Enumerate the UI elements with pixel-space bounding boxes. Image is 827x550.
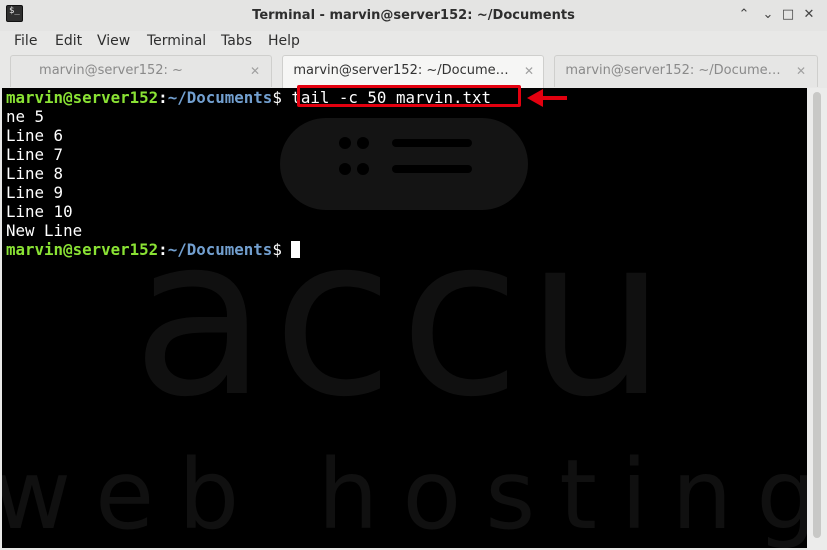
tab-home-label: marvin@server152: ~ [39, 63, 183, 78]
menu-tabs[interactable]: Tabs [221, 31, 252, 53]
tab-documents-active-label: marvin@server152: ~/Docume… [293, 63, 509, 78]
prompt-path: ~/Documents [167, 240, 273, 259]
output-line: Line 6 [6, 126, 64, 145]
output-line: Line 8 [6, 164, 64, 183]
prompt-dollar: $ [272, 240, 282, 259]
vertical-scrollbar[interactable] [807, 88, 827, 550]
title-bar[interactable]: $_ Terminal - marvin@server152: ~/Docume… [0, 0, 827, 32]
watermark-tagline: web hosting [2, 439, 807, 548]
output-line: Line 9 [6, 183, 64, 202]
terminal-output-area[interactable]: accu web hosting marvin@server152:~/Docu… [2, 88, 807, 548]
tab-documents-label: marvin@server152: ~/Docume… [565, 63, 781, 78]
tab-home[interactable]: marvin@server152: ~ ✕ [10, 55, 272, 87]
command-highlight-box [297, 85, 521, 107]
output-line: Line 10 [6, 202, 73, 221]
maximize-icon[interactable]: □ [779, 6, 797, 24]
tab-documents-close-icon[interactable]: ✕ [794, 56, 808, 86]
prompt-user: marvin@server152 [6, 88, 159, 107]
output-line: New Line [6, 221, 83, 240]
scrollbar-thumb[interactable] [813, 92, 821, 538]
shade-icon[interactable]: ⌄ [759, 6, 777, 24]
prompt-dollar: $ [272, 88, 282, 107]
tab-documents-active-close-icon[interactable]: ✕ [522, 56, 536, 86]
menu-view[interactable]: View [97, 31, 130, 53]
red-arrow-icon [527, 89, 567, 107]
terminal-lines: marvin@server152:~/Documents$ tail -c 50… [6, 88, 491, 259]
menu-file[interactable]: File [14, 31, 37, 53]
menu-terminal[interactable]: Terminal [147, 31, 206, 53]
menu-edit[interactable]: Edit [55, 31, 82, 53]
prompt-separator: : [158, 88, 168, 107]
output-line: ne 5 [6, 107, 45, 126]
close-icon[interactable]: ✕ [800, 6, 818, 24]
minimize-icon[interactable]: ⌃ [735, 6, 753, 24]
terminal-window: $_ Terminal - marvin@server152: ~/Docume… [0, 0, 827, 550]
window-title: Terminal - marvin@server152: ~/Documents [252, 8, 575, 23]
tab-home-close-icon[interactable]: ✕ [248, 56, 262, 86]
text-cursor [291, 241, 301, 258]
active-prompt-line[interactable]: marvin@server152:~/Documents$ [6, 240, 491, 259]
tab-documents-active[interactable]: marvin@server152: ~/Docume… ✕ [282, 55, 544, 89]
tab-documents[interactable]: marvin@server152: ~/Docume… ✕ [554, 55, 818, 87]
menu-help[interactable]: Help [268, 31, 300, 53]
tab-bar: marvin@server152: ~ ✕ marvin@server152: … [0, 53, 827, 89]
prompt-separator: : [158, 240, 168, 259]
prompt-path: ~/Documents [167, 88, 273, 107]
menu-bar: File Edit View Terminal Tabs Help [0, 31, 827, 53]
prompt-user: marvin@server152 [6, 240, 159, 259]
output-line: Line 7 [6, 145, 64, 164]
